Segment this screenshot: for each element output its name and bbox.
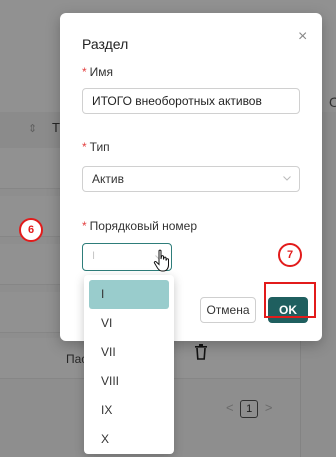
type-select-value: Актив (92, 172, 124, 186)
order-label-text: Порядковый номер (89, 219, 198, 233)
order-select-value: I (92, 250, 96, 262)
name-label: * Имя (82, 65, 113, 79)
order-dropdown-list: I VI VII VIII IX X (84, 275, 174, 454)
dialog-title: Раздел (82, 36, 129, 52)
required-mark: * (82, 140, 87, 154)
dropdown-option[interactable]: X (89, 425, 169, 454)
chevron-down-icon (283, 176, 291, 181)
required-mark: * (82, 65, 87, 79)
hand-cursor-icon (153, 249, 169, 272)
dropdown-option[interactable]: VI (89, 309, 169, 338)
order-label: * Порядковый номер (82, 219, 197, 233)
dropdown-option[interactable]: VIII (89, 367, 169, 396)
type-label: * Тип (82, 140, 110, 154)
close-icon[interactable]: × (298, 29, 307, 45)
cancel-button[interactable]: Отмена (200, 297, 256, 323)
step-marker-6: 6 (19, 218, 43, 242)
ok-highlight-box (264, 282, 316, 318)
name-label-text: Имя (89, 65, 114, 79)
type-select[interactable]: Актив (82, 166, 300, 192)
dropdown-option[interactable]: I (89, 280, 169, 309)
type-label-text: Тип (89, 140, 110, 154)
step-marker-7: 7 (278, 243, 302, 267)
dropdown-option[interactable]: VII (89, 338, 169, 367)
dropdown-option[interactable]: IX (89, 396, 169, 425)
required-mark: * (82, 219, 87, 233)
name-input[interactable]: ИТОГО внеоборотных активов (82, 88, 300, 114)
